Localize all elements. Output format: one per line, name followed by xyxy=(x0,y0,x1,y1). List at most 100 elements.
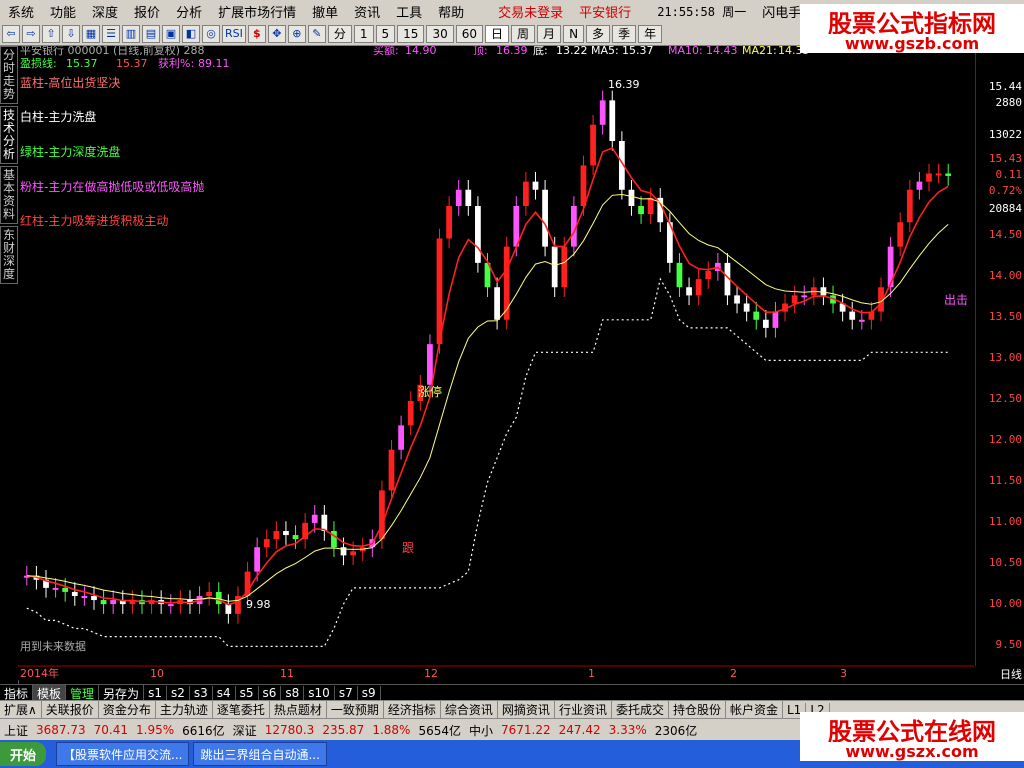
candle-body xyxy=(110,600,117,605)
period-60min[interactable]: 60 xyxy=(455,24,484,43)
menu-item-quote[interactable]: 报价 xyxy=(126,2,168,21)
period-week[interactable]: 周 xyxy=(511,24,536,43)
tab-s5[interactable]: s5 xyxy=(236,686,259,700)
tab-economic-indicators[interactable]: 经济指标 xyxy=(384,701,441,718)
zoom-icon[interactable]: ⊕ xyxy=(287,24,306,43)
kline-chart[interactable]: 平安银行 000001 (日线,前复权) 288 买额: 14.90 顶: 16… xyxy=(18,46,974,680)
tab-s8[interactable]: s8 xyxy=(281,686,305,700)
down-arrow-icon[interactable]: ⇩ xyxy=(62,24,80,43)
axis-label: 0.11 xyxy=(995,168,1023,181)
tab-s7[interactable]: s7 xyxy=(335,686,358,700)
tab-hot-topics[interactable]: 热点题材 xyxy=(270,701,327,718)
tab-related-quote[interactable]: 关联报价 xyxy=(42,701,99,718)
candle-chart-icon[interactable]: ▥ xyxy=(122,24,140,43)
watermark-bottom-url: www.gszx.com xyxy=(800,742,1024,761)
tab-holdings[interactable]: 持仓股份 xyxy=(669,701,726,718)
axis-label: 13.00 xyxy=(988,351,1022,364)
tab-save-as[interactable]: 另存为 xyxy=(99,684,145,702)
tab-fund-distribution[interactable]: 资金分布 xyxy=(99,701,156,718)
clock: 21:55:58 周一 xyxy=(657,4,747,19)
list-icon[interactable]: ☰ xyxy=(102,24,120,43)
menu-item-cancel-order[interactable]: 撤单 xyxy=(304,2,346,21)
tab-extend[interactable]: 扩展∧ xyxy=(0,701,42,718)
menu-item-tools[interactable]: 工具 xyxy=(388,2,430,21)
window-icon[interactable]: ▣ xyxy=(162,24,180,43)
tab-s2[interactable]: s2 xyxy=(167,686,190,700)
tab-eastmoney-depth[interactable]: 东财深度 xyxy=(0,226,18,284)
tab-tick-orders[interactable]: 逐笔委托 xyxy=(213,701,270,718)
peak-price-label: 16.39 xyxy=(608,78,640,91)
period-month[interactable]: 月 xyxy=(537,24,562,43)
tab-manage[interactable]: 管理 xyxy=(66,684,100,702)
candle-body xyxy=(551,246,558,288)
period-30min[interactable]: 30 xyxy=(426,24,454,43)
period-1min[interactable]: 1 xyxy=(353,24,374,43)
tab-technical-analysis[interactable]: 技术分析 xyxy=(0,106,18,164)
tab-main-force-track[interactable]: 主力轨迹 xyxy=(156,701,213,718)
axis-label: 14.50 xyxy=(988,228,1022,241)
candle-body xyxy=(206,591,213,596)
tab-order-deals[interactable]: 委托成交 xyxy=(612,701,669,718)
axis-label: 13.50 xyxy=(988,310,1022,323)
menu-item-depth[interactable]: 深度 xyxy=(84,2,126,21)
period-tick[interactable]: 分 xyxy=(327,24,352,43)
ma21-label: MA21: xyxy=(742,46,777,57)
taskbar-item[interactable]: 跳出三界组合自动通... xyxy=(193,742,327,766)
start-button[interactable]: 开始 xyxy=(0,742,47,766)
menu-item-function[interactable]: 功能 xyxy=(42,2,84,21)
target-icon[interactable]: ◎ xyxy=(202,24,220,43)
sz-index-volume: 5654亿 xyxy=(418,723,461,738)
period-quarter[interactable]: 季 xyxy=(612,24,637,43)
legend-blue-bar: 蓝柱-高位出货坚决 xyxy=(20,75,120,90)
candle-body xyxy=(791,295,798,304)
taskbar-item[interactable]: 【股票软件应用交流... xyxy=(56,742,190,766)
period-multi[interactable]: 多 xyxy=(586,24,611,43)
x-tick-label: 3 xyxy=(840,667,847,680)
forward-arrow-icon[interactable]: ⇨ xyxy=(22,24,40,43)
tab-s10[interactable]: s10 xyxy=(304,686,335,700)
grid-icon[interactable]: ▦ xyxy=(82,24,100,43)
tab-s6[interactable]: s6 xyxy=(259,686,282,700)
candle-body xyxy=(465,189,472,206)
menu-item-news[interactable]: 资讯 xyxy=(346,2,388,21)
up-arrow-icon[interactable]: ⇧ xyxy=(42,24,60,43)
tab-s9[interactable]: s9 xyxy=(358,686,381,700)
stoploss-value-1: 15.37 xyxy=(66,57,98,70)
tab-indicator[interactable]: 指标 xyxy=(0,684,34,702)
tab-s3[interactable]: s3 xyxy=(190,686,213,700)
dollar-icon[interactable]: $ xyxy=(247,24,266,43)
period-5min[interactable]: 5 xyxy=(375,24,396,43)
menu-item-system[interactable]: 系统 xyxy=(0,2,42,21)
tab-basic-info[interactable]: 基本资料 xyxy=(0,166,18,224)
menu-item-help[interactable]: 帮助 xyxy=(430,2,472,21)
candle-body xyxy=(254,547,261,572)
info-icon[interactable]: ◧ xyxy=(182,24,200,43)
period-day[interactable]: 日 xyxy=(485,24,510,43)
pencil-icon[interactable]: ✎ xyxy=(307,24,326,43)
menu-item-extended-market[interactable]: 扩展市场行情 xyxy=(210,2,304,21)
candle-body xyxy=(858,319,865,322)
tab-consensus[interactable]: 一致预期 xyxy=(327,701,384,718)
period-15min[interactable]: 15 xyxy=(397,24,425,43)
tab-intraday[interactable]: 分时走势 xyxy=(0,46,18,104)
period-label: 日线 xyxy=(1000,668,1022,681)
login-status[interactable]: 交易未登录 xyxy=(490,2,571,21)
tab-industry-news[interactable]: 行业资讯 xyxy=(555,701,612,718)
tab-s4[interactable]: s4 xyxy=(213,686,236,700)
period-year[interactable]: 年 xyxy=(638,24,663,43)
menu-item-analysis[interactable]: 分析 xyxy=(168,2,210,21)
low-label: 底: xyxy=(533,46,548,57)
rsi-button[interactable]: RSI xyxy=(222,24,246,43)
tab-template[interactable]: 模板 xyxy=(33,684,67,702)
back-arrow-icon[interactable]: ⇦ xyxy=(2,24,20,43)
axis-label: 20884 xyxy=(988,202,1022,215)
broker-name: 平安银行 xyxy=(579,5,632,21)
tab-general-news[interactable]: 综合资讯 xyxy=(441,701,498,718)
tab-s1[interactable]: s1 xyxy=(144,686,167,700)
tab-web-news[interactable]: 网摘资讯 xyxy=(498,701,555,718)
candle-body xyxy=(542,189,548,247)
tab-account-funds[interactable]: 帐户资金 xyxy=(726,701,783,718)
move-cross-icon[interactable]: ✥ xyxy=(267,24,286,43)
period-n[interactable]: N xyxy=(563,24,585,43)
indicator-icon[interactable]: ▤ xyxy=(142,24,160,43)
